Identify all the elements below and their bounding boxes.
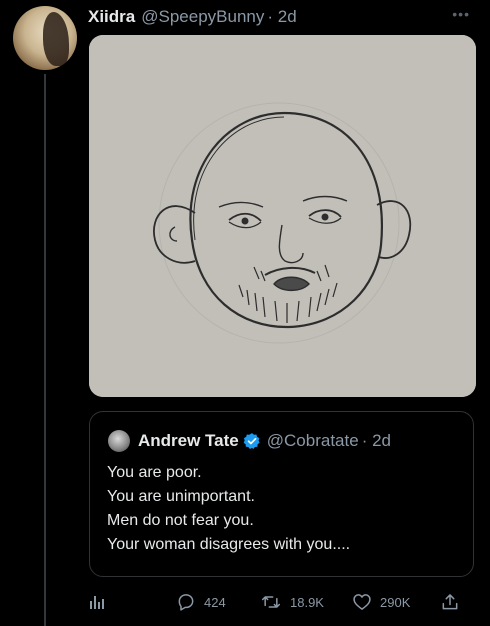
- retweet-button[interactable]: 18.9K: [260, 592, 324, 612]
- tweet-time[interactable]: · 2d: [267, 7, 296, 27]
- quoted-author-name[interactable]: Andrew Tate: [138, 431, 239, 451]
- reply-button[interactable]: 424: [176, 592, 226, 612]
- ellipsis-icon[interactable]: •••: [452, 6, 470, 22]
- like-button[interactable]: 290K: [352, 592, 410, 612]
- reply-icon: [178, 594, 194, 611]
- share-icon[interactable]: [440, 592, 468, 612]
- heart-icon: [353, 594, 371, 610]
- author-name[interactable]: Xiidra: [88, 7, 135, 27]
- quoted-line: Your woman disagrees with you....: [107, 536, 351, 553]
- quoted-tweet-time[interactable]: · 2d: [362, 431, 391, 451]
- author-avatar[interactable]: [13, 6, 77, 70]
- tweet-image[interactable]: [89, 35, 476, 397]
- quoted-author-avatar[interactable]: [108, 430, 130, 452]
- quoted-line: You are poor.: [107, 464, 202, 481]
- quoted-line: Men do not fear you.: [107, 512, 254, 529]
- verified-badge-icon: [243, 432, 261, 450]
- quoted-author-handle[interactable]: @Cobratate: [267, 431, 359, 451]
- avatar-hair: [43, 12, 69, 66]
- retweet-icon: [261, 596, 281, 608]
- quoted-line: You are unimportant.: [107, 488, 255, 505]
- quoted-tweet-text: You are poor. You are unimportant. Men d…: [107, 461, 350, 557]
- author-handle[interactable]: @SpeepyBunny: [141, 7, 264, 27]
- tweet-header: Xiidra @SpeepyBunny · 2d: [88, 5, 297, 29]
- like-count: 290K: [380, 594, 411, 610]
- thread-line: [44, 74, 46, 626]
- reply-count: 424: [204, 594, 226, 610]
- analytics-icon[interactable]: [88, 593, 114, 611]
- tweet-actions: 424 18.9K 290K: [88, 588, 468, 616]
- retweet-count: 18.9K: [290, 594, 324, 610]
- face-sketch-drawing: [89, 35, 476, 397]
- quoted-tweet-header: Andrew Tate @Cobratate · 2d: [108, 430, 391, 452]
- quoted-tweet[interactable]: Andrew Tate @Cobratate · 2d You are poor…: [89, 411, 474, 577]
